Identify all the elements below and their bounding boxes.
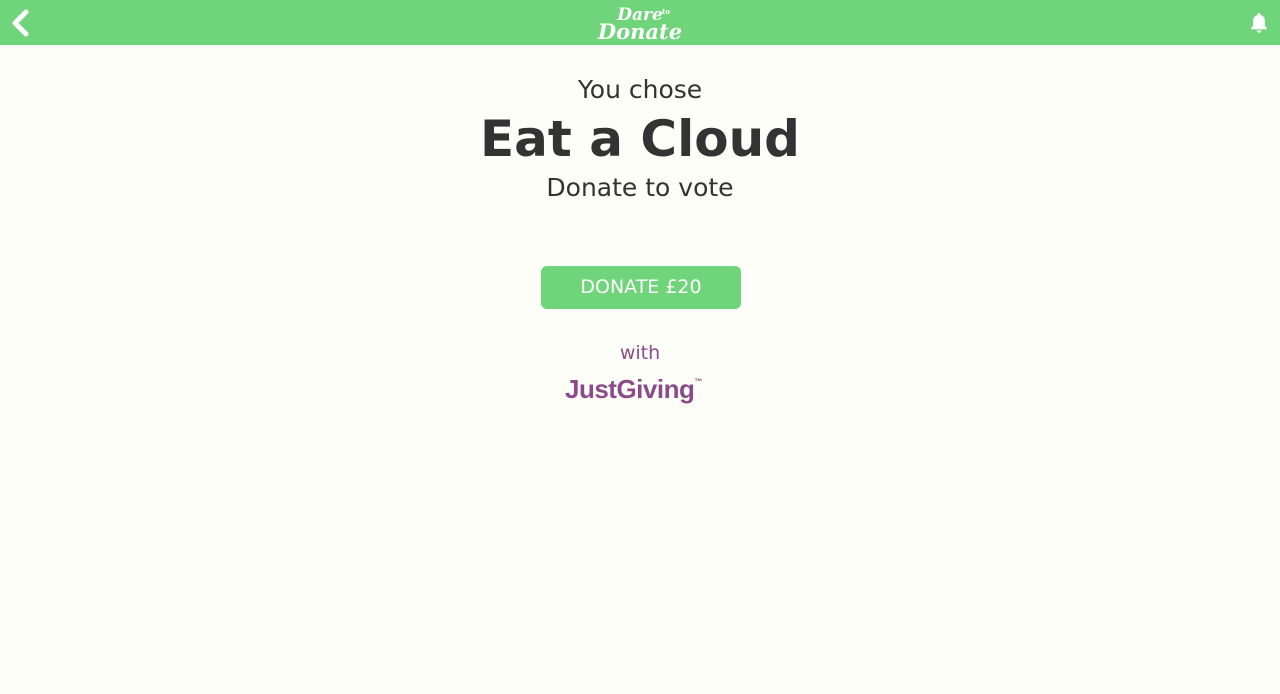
with-label: with — [619, 342, 661, 364]
justgiving-logo: JustGiving™ — [565, 366, 717, 405]
bell-icon — [1251, 13, 1267, 33]
logo-to-text: to — [662, 7, 670, 16]
back-button[interactable] — [8, 8, 34, 38]
intro-text: You chose — [577, 75, 703, 104]
dare-title: Eat a Cloud — [480, 110, 800, 168]
subtitle-text: Donate to vote — [546, 173, 734, 202]
trademark-symbol: ™ — [694, 377, 703, 386]
logo-donate-text: Donate — [597, 19, 682, 42]
justgiving-name: JustGiving — [565, 374, 695, 404]
dare-to-donate-logo: Dare to Donate — [588, 2, 692, 44]
notifications-button[interactable] — [1247, 11, 1271, 35]
donate-button[interactable]: DONATE £20 — [541, 266, 741, 309]
chevron-left-icon — [12, 9, 29, 37]
top-bar: Dare to Donate — [0, 0, 1280, 45]
